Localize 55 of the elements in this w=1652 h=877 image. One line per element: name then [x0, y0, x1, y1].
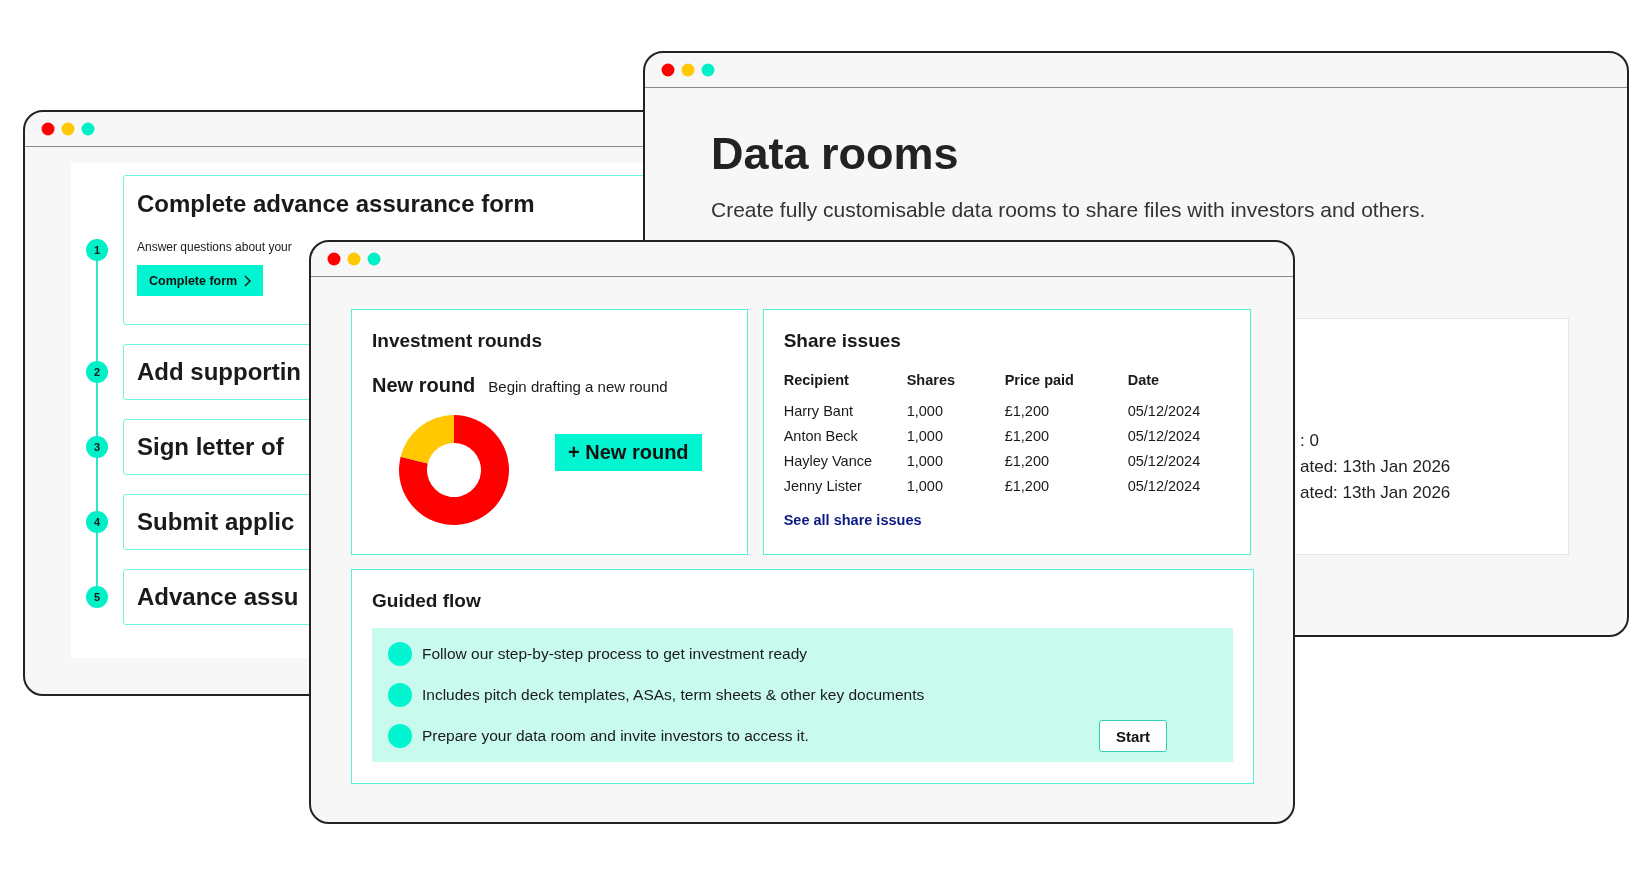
column-header: Shares — [906, 372, 957, 388]
card-detail: ated: 13th Jan 2026 — [1300, 483, 1452, 503]
step-number: 2 — [86, 361, 108, 383]
step-description: Answer questions about your — [137, 240, 293, 254]
table-cell-text: Jenny Lister — [783, 478, 863, 494]
step-text: Follow our step-by-step process to get investment ready — [422, 645, 808, 663]
new-round-button[interactable]: + New round — [555, 434, 702, 471]
step-number: 5 — [86, 586, 108, 608]
table-cell-text: 1,000 — [906, 453, 944, 469]
table-cell-text: 05/12/2024 — [1127, 403, 1202, 419]
card-detail: : 0 — [1300, 431, 1320, 451]
step-title: Add supportin — [137, 358, 301, 386]
table-cell-text: £1,200 — [1004, 478, 1051, 494]
card-title: Guided flow — [372, 590, 482, 612]
card-detail: ated: 13th Jan 2026 — [1300, 457, 1452, 477]
see-all-link[interactable]: See all share issues — [783, 512, 922, 528]
start-button[interactable]: Start — [1099, 720, 1167, 752]
card-title: Share issues — [783, 330, 902, 352]
table-cell-text: 05/12/2024 — [1127, 428, 1202, 444]
column-header: Recipient — [783, 372, 850, 388]
step-text: Includes pitch deck templates, ASAs, term sheets & other key documents — [422, 686, 925, 704]
column-header: Price paid — [1004, 372, 1075, 388]
table-cell-text: 1,000 — [906, 478, 944, 494]
step-title: Sign letter of — [137, 433, 284, 461]
table-cell-text: 1,000 — [906, 428, 944, 444]
bullet-icon — [388, 683, 412, 707]
step-title: Complete advance assurance form — [137, 190, 535, 218]
bullet-icon — [388, 642, 412, 666]
step-title: Submit applic — [137, 508, 295, 536]
table-cell-text: £1,200 — [1004, 453, 1051, 469]
step-number: 4 — [86, 511, 108, 533]
bullet-icon — [388, 724, 412, 748]
window-dots-icon — [327, 252, 381, 266]
step-number: 1 — [86, 239, 108, 261]
table-cell-text: Anton Beck — [783, 428, 859, 444]
step-text: Prepare your data room and invite investors to access it. — [422, 727, 809, 745]
table-cell-text: Hayley Vance — [783, 453, 874, 469]
table-cell-text: £1,200 — [1004, 428, 1051, 444]
column-header: Date — [1127, 372, 1161, 388]
table-cell-text: £1,200 — [1004, 403, 1051, 419]
table-cell-text: 1,000 — [906, 403, 944, 419]
chevron-icon — [244, 274, 252, 287]
card-title: Investment rounds — [372, 330, 543, 352]
step-title: Advance assu — [137, 583, 299, 611]
page-title: Data rooms — [711, 128, 960, 180]
window-dots-icon — [661, 63, 715, 77]
complete-form-button[interactable]: Complete form — [137, 265, 264, 296]
table-cell-text: 05/12/2024 — [1127, 453, 1202, 469]
window-dots-icon — [41, 122, 95, 136]
step-number: 3 — [86, 436, 108, 458]
section-description: Begin drafting a new round — [488, 378, 668, 395]
page-subtitle: Create fully customisable data rooms to share files with investors and others. — [711, 198, 1427, 222]
section-title: New round — [372, 374, 476, 397]
table-cell-text: 05/12/2024 — [1127, 478, 1202, 494]
table-cell-text: Harry Bant — [783, 403, 854, 419]
